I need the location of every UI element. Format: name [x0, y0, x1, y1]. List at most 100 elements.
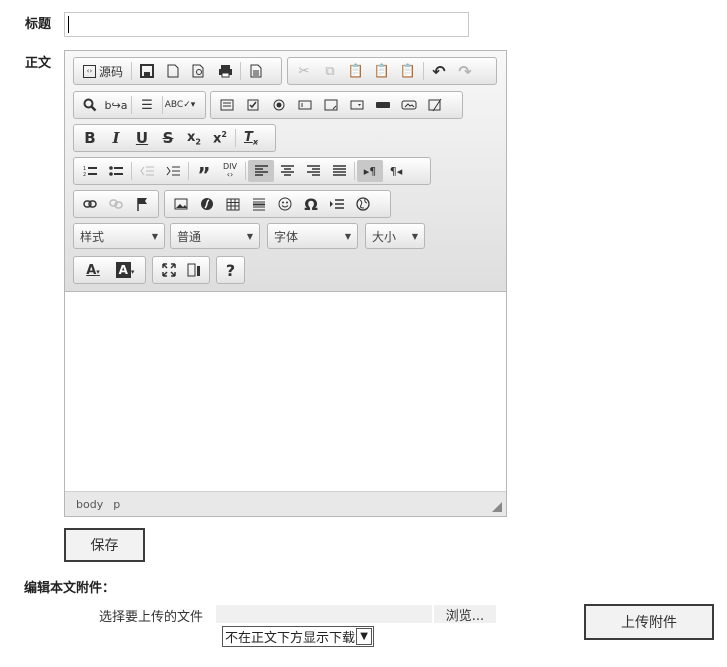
form-button[interactable] — [214, 94, 240, 116]
templates-button[interactable] — [243, 60, 269, 82]
title-input[interactable] — [64, 12, 469, 37]
blockquote-button[interactable]: ” — [191, 160, 217, 185]
justify-button[interactable] — [326, 160, 352, 182]
remove-format-button[interactable]: Tx — [238, 127, 264, 149]
textarea-button[interactable] — [318, 94, 344, 116]
source-button[interactable]: ‹› 源码 — [77, 60, 129, 82]
select-field-button[interactable] — [344, 94, 370, 116]
page-break-icon — [329, 198, 345, 210]
anchor-button[interactable] — [129, 193, 155, 215]
undo-button[interactable]: ↶ — [426, 60, 452, 82]
font-size-combo[interactable]: 大小 ▼ — [365, 223, 425, 249]
indent-button[interactable] — [160, 160, 186, 182]
basic-styles-toolbar-group: B I U S x2 x2 Tx — [73, 124, 276, 152]
question-icon: ? — [225, 260, 236, 280]
ltr-button[interactable]: ▸¶ — [357, 160, 383, 182]
print-button[interactable] — [212, 60, 238, 82]
button-field-button[interactable] — [370, 94, 396, 116]
numbered-list-button[interactable]: 12 — [77, 160, 103, 182]
copy-button[interactable]: ⧉ — [317, 60, 343, 82]
svg-text:2: 2 — [83, 172, 86, 177]
checkbox-button[interactable] — [240, 94, 266, 116]
flash-button[interactable] — [194, 193, 220, 215]
iframe-button[interactable] — [350, 193, 376, 215]
browse-button[interactable]: 浏览... — [434, 605, 496, 624]
attachment-display-value: 不在正文下方显示下载 — [225, 631, 356, 646]
image-button-field-button[interactable] — [396, 94, 422, 116]
undo-icon: ↶ — [432, 61, 446, 81]
align-left-button[interactable] — [248, 160, 274, 182]
redo-icon: ↷ — [458, 61, 472, 81]
attachment-display-select[interactable]: 不在正文下方显示下载 ▼ — [222, 626, 374, 647]
find-button[interactable] — [77, 94, 103, 116]
replace-button[interactable]: b↪a — [103, 94, 129, 116]
smiley-icon — [278, 197, 292, 211]
horizontal-rule-button[interactable] — [246, 193, 272, 215]
editor-toolbar: ‹› 源码 ✂ ⧉ 📋 📋 📋 ↶ ↷ b↪a ☰ ABC✓▾ B I U S … — [65, 51, 506, 292]
font-combo[interactable]: 字体 ▼ — [267, 223, 358, 249]
text-color-button[interactable]: A▾ — [77, 259, 109, 281]
file-path-field[interactable] — [216, 605, 432, 623]
special-char-button[interactable]: Ω — [298, 193, 324, 215]
path-body[interactable]: body — [76, 498, 103, 511]
editor-content-area[interactable] — [65, 292, 506, 491]
bold-button[interactable]: B — [77, 127, 103, 149]
unlink-button[interactable] — [103, 193, 129, 215]
textfield-button[interactable] — [292, 94, 318, 116]
maximize-button[interactable] — [156, 259, 181, 281]
path-p[interactable]: p — [113, 498, 120, 511]
new-page-button[interactable] — [160, 60, 186, 82]
numbered-list-icon: 12 — [83, 165, 97, 177]
paste-button[interactable]: 📋 — [343, 60, 369, 82]
font-combo-label: 字体 — [274, 229, 299, 244]
bold-icon: B — [84, 129, 96, 147]
rtl-icon: ¶◂ — [389, 164, 403, 178]
strike-button[interactable]: S — [155, 127, 181, 149]
underline-button[interactable]: U — [129, 127, 155, 149]
outdent-button[interactable] — [134, 160, 160, 182]
styles-combo[interactable]: 样式 ▼ — [73, 223, 165, 249]
checkbox-icon — [247, 99, 259, 111]
save-doc-button[interactable] — [134, 60, 160, 82]
preview-button[interactable] — [186, 60, 212, 82]
align-right-button[interactable] — [300, 160, 326, 182]
spellcheck-button[interactable]: ABC✓▾ — [165, 94, 196, 116]
image-button-icon — [401, 100, 417, 110]
paste-word-button[interactable]: 📋 — [395, 60, 421, 82]
magnifier-icon — [83, 98, 97, 112]
format-combo[interactable]: 普通 ▼ — [170, 223, 260, 249]
subscript-button[interactable]: x2 — [181, 127, 207, 149]
chevron-down-icon: ▼ — [151, 231, 158, 241]
chevron-down-icon: ▼ — [411, 231, 418, 241]
about-button[interactable]: ? — [220, 259, 241, 281]
upload-attachment-button[interactable]: 上传附件 — [584, 604, 714, 640]
page-break-button[interactable] — [324, 193, 350, 215]
rtl-button[interactable]: ¶◂ — [383, 160, 409, 182]
paste-text-button[interactable]: 📋 — [369, 60, 395, 82]
textfield-icon — [298, 100, 312, 110]
smiley-button[interactable] — [272, 193, 298, 215]
floppy-icon — [140, 64, 154, 78]
ltr-icon: ▸¶ — [363, 164, 377, 178]
align-center-button[interactable] — [274, 160, 300, 182]
bg-color-button[interactable]: A ▾ — [109, 259, 141, 281]
unlink-icon — [109, 199, 123, 209]
bulleted-list-button[interactable] — [103, 160, 129, 182]
image-button[interactable] — [168, 193, 194, 215]
italic-button[interactable]: I — [103, 127, 129, 149]
save-button[interactable]: 保存 — [64, 528, 145, 562]
hidden-field-button[interactable] — [422, 94, 448, 116]
align-center-icon — [280, 165, 294, 177]
superscript-button[interactable]: x2 — [207, 127, 233, 149]
link-button[interactable] — [77, 193, 103, 215]
radio-button[interactable] — [266, 94, 292, 116]
show-blocks-button[interactable] — [181, 259, 206, 281]
create-div-button[interactable]: DIV ‹› — [217, 160, 243, 182]
cut-button[interactable]: ✂ — [291, 60, 317, 82]
table-button[interactable] — [220, 193, 246, 215]
choose-file-label: 选择要上传的文件 — [99, 610, 204, 625]
select-all-button[interactable]: ☰ — [134, 94, 160, 116]
resize-grip-icon[interactable] — [492, 502, 502, 512]
redo-button[interactable]: ↷ — [452, 60, 478, 82]
select-all-icon: ☰ — [141, 97, 153, 113]
